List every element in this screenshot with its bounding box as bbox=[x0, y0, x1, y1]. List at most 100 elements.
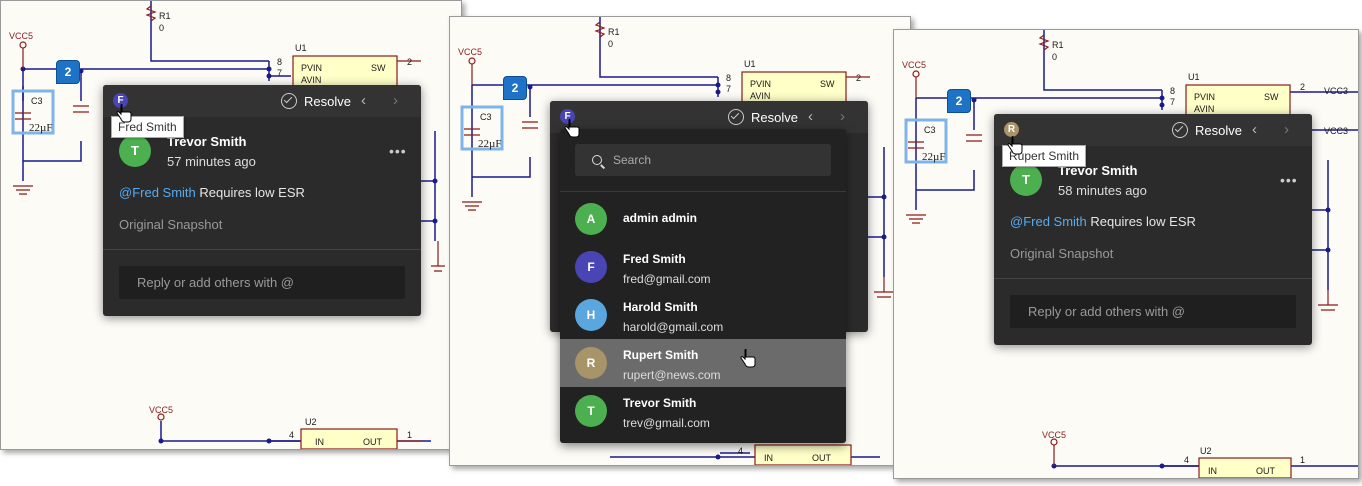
vcc-label: VCC5 bbox=[458, 47, 482, 57]
user-option-fred[interactable]: F Fred Smith fred@gmail.com bbox=[560, 243, 846, 291]
c3-label: C3 bbox=[924, 125, 936, 135]
schematic-screenshot-1: VCC5 R1 0 U1 PVIN AVIN SW 8 7 2 C3 22µF … bbox=[0, 0, 462, 450]
chevron-left-icon[interactable]: ‹ bbox=[361, 92, 366, 110]
vcc-label-2: VCC5 bbox=[1042, 430, 1066, 440]
pin-8: 8 bbox=[726, 73, 731, 83]
hand-cursor-icon bbox=[740, 349, 756, 368]
pin-in: IN bbox=[764, 453, 773, 463]
reply-input[interactable]: Reply or add others with @ bbox=[119, 266, 405, 299]
pin-out: OUT bbox=[363, 437, 383, 447]
user-email: trev@gmail.com bbox=[623, 416, 710, 430]
vcc-label-2: VCC5 bbox=[149, 405, 173, 415]
pin-sw: SW bbox=[820, 79, 835, 89]
user-name: Rupert Smith bbox=[623, 348, 699, 362]
chevron-left-icon[interactable]: ‹ bbox=[1252, 121, 1257, 139]
pin-in: IN bbox=[315, 437, 324, 447]
more-options-icon[interactable]: ••• bbox=[389, 143, 407, 159]
pin-avin: AVIN bbox=[301, 75, 321, 85]
pin-in: IN bbox=[1208, 466, 1217, 476]
popup-header: R Resolve ‹ › bbox=[994, 114, 1312, 146]
user-option-harold[interactable]: H Harold Smith harold@gmail.com bbox=[560, 291, 846, 339]
chevron-right-icon[interactable]: › bbox=[393, 92, 398, 110]
pin-sw: SW bbox=[371, 63, 386, 73]
resolve-button[interactable]: Resolve bbox=[728, 108, 798, 126]
check-circle-icon bbox=[281, 93, 297, 109]
reply-input[interactable]: Reply or add others with @ bbox=[1010, 295, 1296, 328]
original-snapshot-link[interactable]: Original Snapshot bbox=[1010, 246, 1113, 261]
more-options-icon[interactable]: ••• bbox=[1280, 172, 1298, 188]
user-name: Fred Smith bbox=[623, 252, 686, 266]
original-snapshot-link[interactable]: Original Snapshot bbox=[119, 217, 222, 232]
resolve-label: Resolve bbox=[304, 93, 351, 109]
user-search-input[interactable]: Search bbox=[575, 144, 831, 176]
author-avatar: T bbox=[1010, 164, 1042, 196]
comment-body: Requires low ESR bbox=[1086, 214, 1196, 229]
pin-1: 1 bbox=[407, 430, 412, 440]
resolve-label: Resolve bbox=[1195, 122, 1242, 138]
mention-link[interactable]: @Fred Smith bbox=[1010, 214, 1087, 229]
user-email: harold@gmail.com bbox=[623, 320, 724, 334]
pin-2: 2 bbox=[856, 73, 861, 83]
search-icon bbox=[592, 155, 602, 165]
pin-4: 4 bbox=[738, 446, 743, 456]
pin-4: 4 bbox=[289, 430, 294, 440]
chevron-right-icon[interactable]: › bbox=[840, 108, 845, 126]
hand-cursor-icon bbox=[1007, 136, 1023, 155]
user-name: admin admin bbox=[623, 211, 698, 225]
user-name: Harold Smith bbox=[623, 300, 698, 314]
c3-label: C3 bbox=[480, 112, 492, 122]
r1-label: R1 bbox=[159, 11, 171, 21]
resolve-label: Resolve bbox=[751, 109, 798, 125]
vcc3-label: VCC3 bbox=[1324, 86, 1348, 96]
user-option-trevor[interactable]: T Trevor Smith trev@gmail.com bbox=[560, 387, 846, 435]
vcc-label: VCC5 bbox=[9, 31, 33, 41]
pin-out: OUT bbox=[1256, 466, 1276, 476]
popup-header: F Resolve ‹ › bbox=[103, 85, 421, 117]
resolve-button[interactable]: Resolve bbox=[1172, 121, 1242, 139]
comment-badge[interactable]: 2 bbox=[947, 89, 971, 113]
r1-value: 0 bbox=[159, 23, 164, 33]
comment-badge[interactable]: 2 bbox=[56, 60, 80, 84]
user-avatar[interactable]: R bbox=[1004, 122, 1019, 137]
r1-label: R1 bbox=[608, 27, 620, 37]
pin-2: 2 bbox=[1300, 82, 1305, 92]
pin-7: 7 bbox=[277, 68, 282, 78]
pin-8: 8 bbox=[1170, 86, 1175, 96]
user-option-admin[interactable]: A admin admin bbox=[560, 195, 846, 243]
comment-body: Requires low ESR bbox=[195, 185, 305, 200]
pin-7: 7 bbox=[726, 84, 731, 94]
user-avatar: A bbox=[575, 203, 607, 235]
user-email: rupert@news.com bbox=[623, 368, 721, 382]
pin-7: 7 bbox=[1170, 97, 1175, 107]
comment-text: @Fred Smith Requires low ESR bbox=[119, 185, 305, 200]
mention-dropdown: Search A admin admin F Fred Smith fred@g… bbox=[560, 129, 846, 443]
u2-label: U2 bbox=[1200, 446, 1212, 456]
pin-sw: SW bbox=[1264, 92, 1279, 102]
chevron-left-icon[interactable]: ‹ bbox=[808, 108, 813, 126]
divider bbox=[994, 278, 1312, 279]
c3-value: 22µF bbox=[922, 151, 945, 163]
vcc3-label-2: VCC3 bbox=[1324, 126, 1348, 136]
user-option-rupert[interactable]: R Rupert Smith rupert@news.com bbox=[560, 339, 846, 387]
hand-cursor-icon bbox=[564, 119, 580, 138]
user-avatar: R bbox=[575, 347, 607, 379]
u1-label: U1 bbox=[744, 59, 756, 69]
user-name: Trevor Smith bbox=[623, 396, 697, 410]
pin-pvin: PVIN bbox=[750, 79, 771, 89]
check-circle-icon bbox=[728, 109, 744, 125]
chevron-right-icon[interactable]: › bbox=[1284, 121, 1289, 139]
divider bbox=[103, 249, 421, 250]
comment-time: 57 minutes ago bbox=[167, 154, 256, 169]
vcc-label: VCC5 bbox=[902, 60, 926, 70]
user-avatar: F bbox=[575, 251, 607, 283]
c3-value: 22µF bbox=[29, 122, 52, 134]
u1-label: U1 bbox=[295, 43, 307, 53]
resolve-button[interactable]: Resolve bbox=[281, 92, 351, 110]
schematic-screenshot-3: VCC5 R1 0 U1 PVIN AVIN SW 8 7 2 VCC3 VCC… bbox=[893, 29, 1359, 479]
comment-badge[interactable]: 2 bbox=[503, 76, 527, 100]
r1-value: 0 bbox=[1052, 52, 1057, 62]
user-avatar: T bbox=[575, 395, 607, 427]
mention-link[interactable]: @Fred Smith bbox=[119, 185, 196, 200]
c3-label: C3 bbox=[31, 96, 43, 106]
u1-label: U1 bbox=[1188, 72, 1200, 82]
